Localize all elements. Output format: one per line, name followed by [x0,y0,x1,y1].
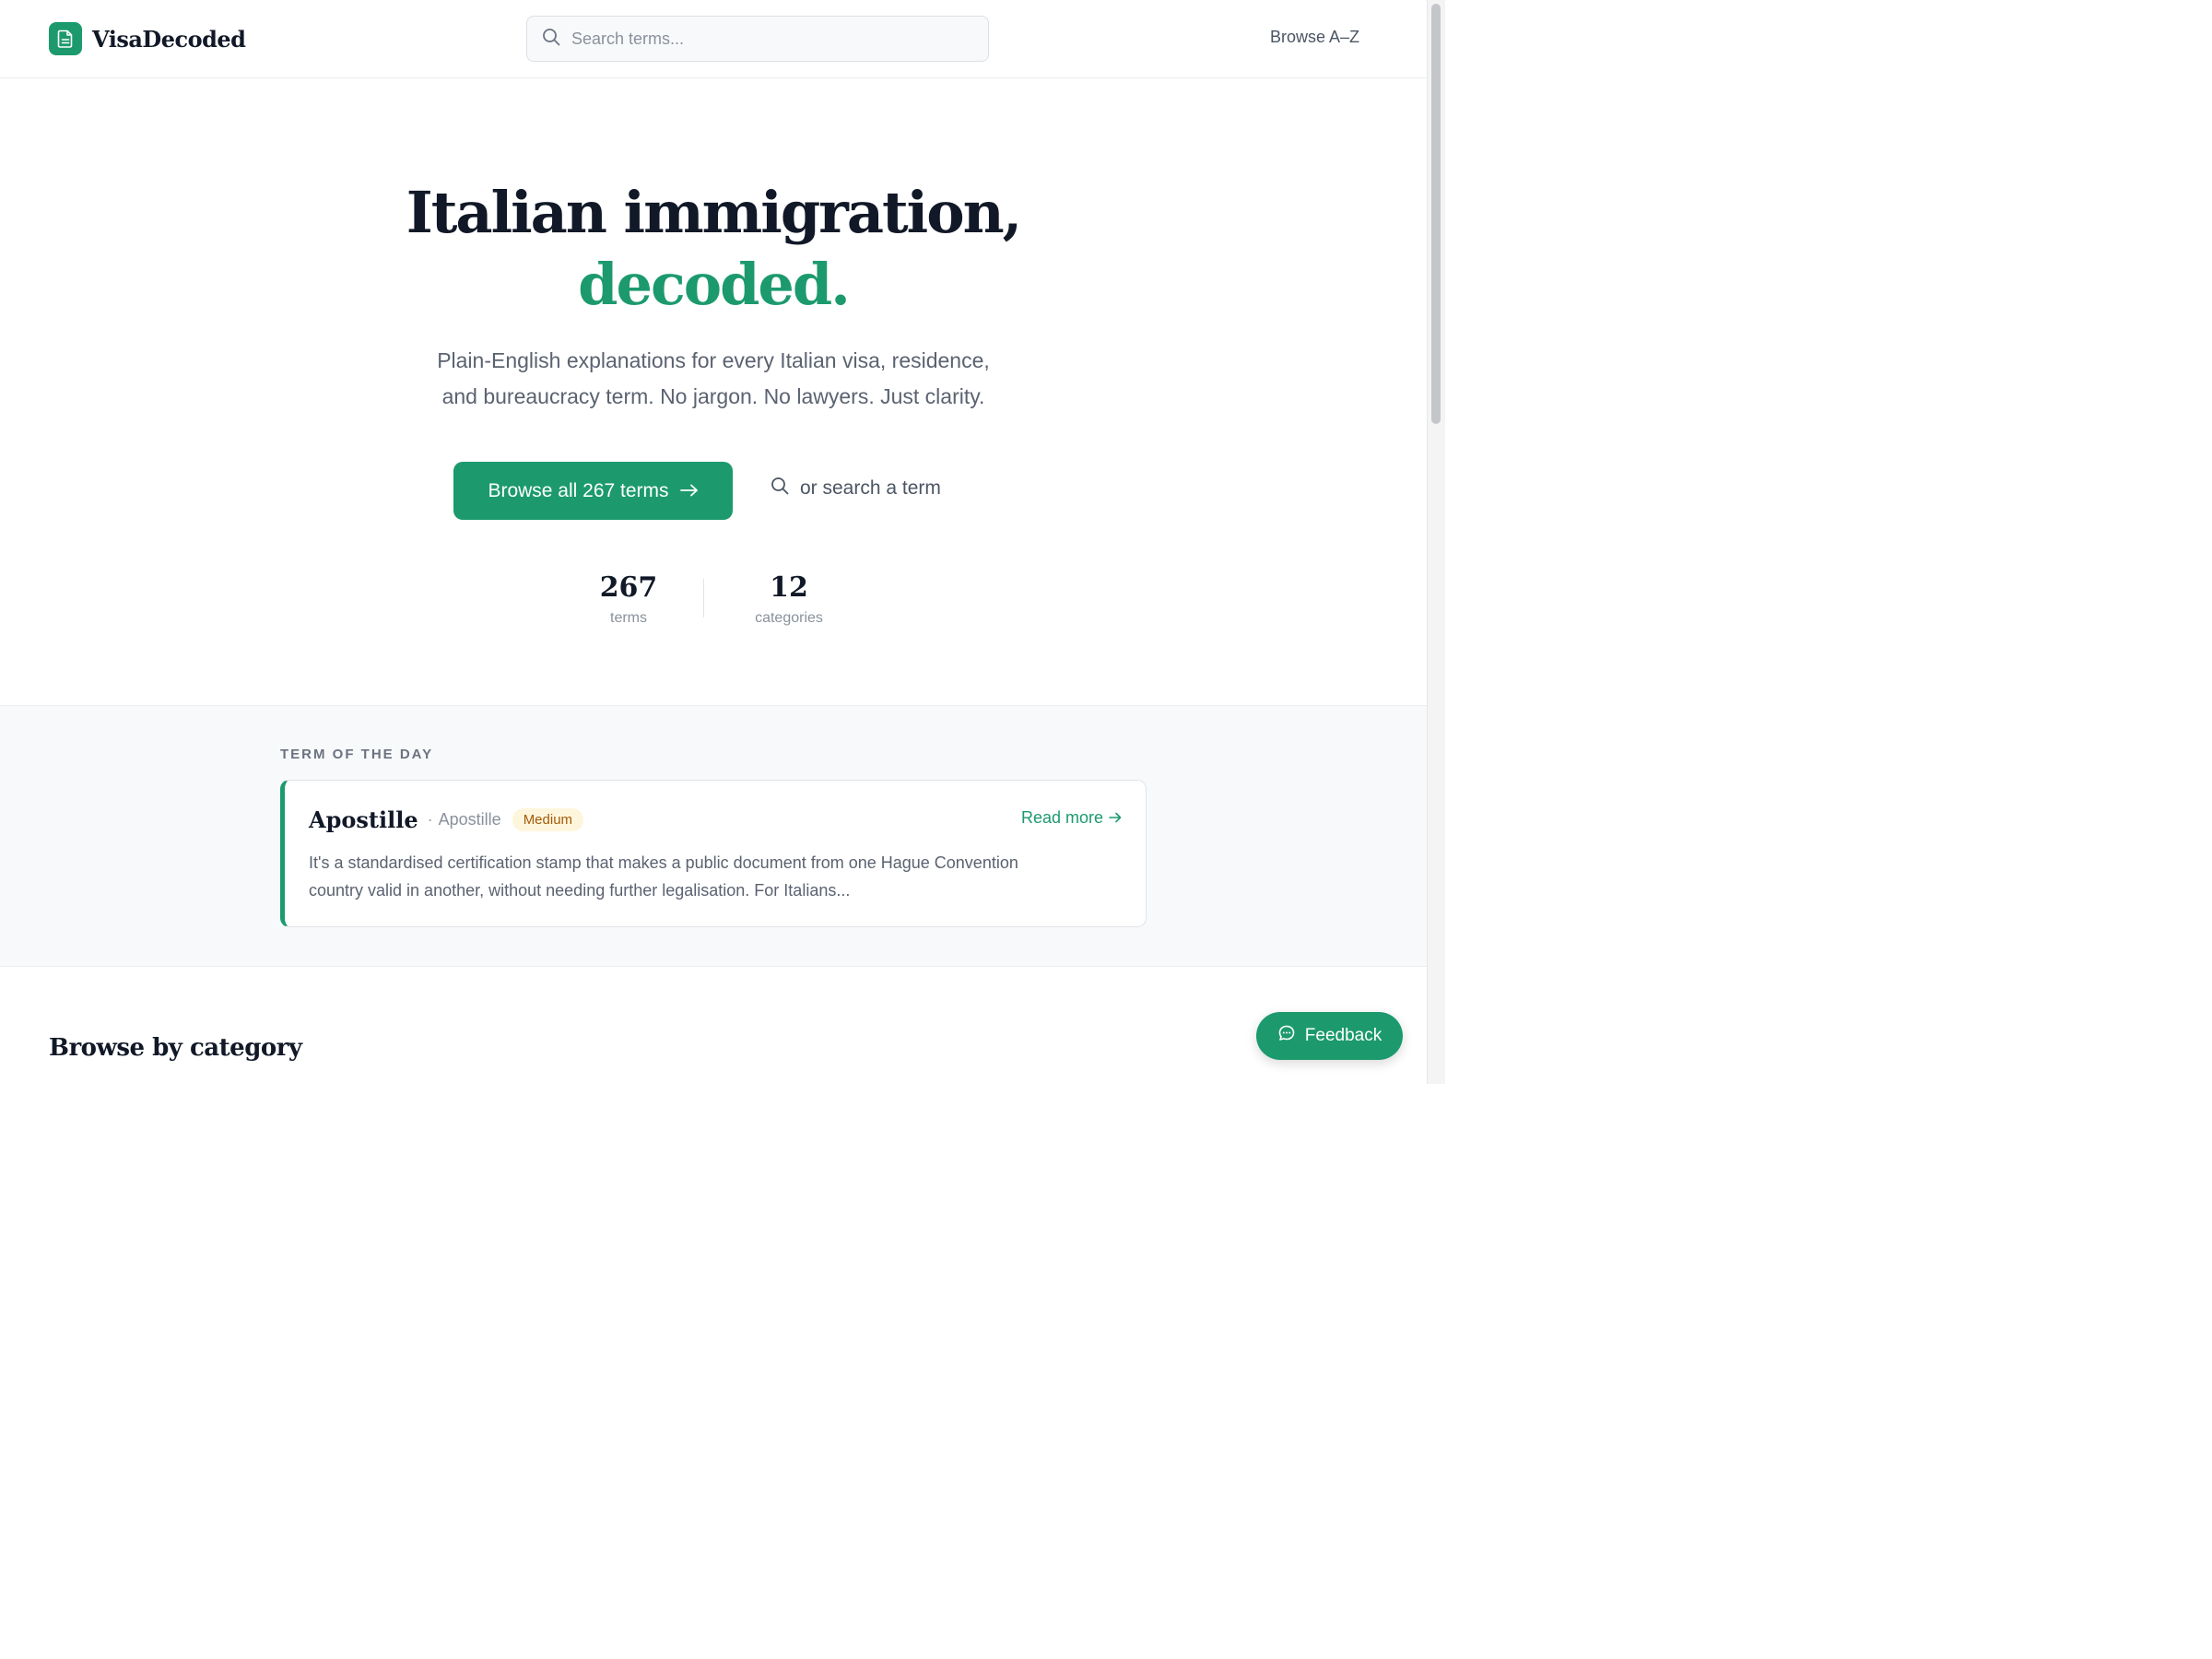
stat-label: categories [755,610,823,626]
search-term-label: or search a term [800,477,941,499]
stat-terms: 267 terms [564,571,693,627]
chat-bubble-icon [1277,1024,1296,1048]
hero-title-accent: decoded. [578,251,851,318]
search-term-link[interactable]: or search a term [771,477,941,500]
hero-title: Italian immigration, decoded. [0,177,1427,321]
read-more-link[interactable]: Read more [1021,808,1122,828]
term-separator: · [427,810,433,829]
hero-title-line1: Italian immigration, [406,179,1022,246]
term-of-day-label: TERM OF THE DAY [280,747,434,762]
term-description: It's a standardised certification stamp … [309,853,1018,900]
hero-subtitle-line2: and bureaucracy term. No jargon. No lawy… [441,384,985,408]
stat-value: 12 [770,571,808,604]
stat-categories: 12 categories [724,571,853,627]
term-of-day-card[interactable]: Apostille · Apostille Medium Read more I… [280,780,1147,927]
read-more-label: Read more [1020,808,1103,827]
header-search[interactable] [526,16,989,62]
search-icon [771,477,789,500]
scrollbar-thumb[interactable] [1431,4,1441,424]
browse-az-link[interactable]: Browse A–Z [1270,28,1359,47]
brand-name: VisaDecoded [92,25,246,53]
site-header: VisaDecoded Browse A–Z [0,0,1427,78]
hero-subtitle: Plain-English explanations for every Ita… [0,343,1427,415]
page: VisaDecoded Browse A–Z Italian immigrati… [0,0,1445,1084]
term-heading-row: Apostille · Apostille Medium [309,806,584,833]
hero-subtitle-line1: Plain-English explanations for every Ita… [437,348,990,372]
stat-value: 267 [599,571,658,604]
search-icon [542,28,560,51]
document-icon [49,22,82,55]
term-of-day-section: TERM OF THE DAY Apostille · Apostille Me… [0,705,1427,967]
browse-all-label: Browse all 267 terms [488,479,669,501]
browse-all-button[interactable]: Browse all 267 terms [453,462,733,520]
arrow-right-icon [679,480,699,502]
feedback-button[interactable]: Feedback [1256,1012,1403,1060]
term-alt-name: Apostille [438,810,501,829]
arrow-right-icon [1109,808,1122,828]
feedback-label: Feedback [1304,1026,1382,1045]
brand-home-link[interactable]: VisaDecoded [49,22,246,55]
difficulty-badge: Medium [512,808,584,831]
stat-divider [703,579,704,618]
browse-category-heading: Browse by category [49,1034,302,1062]
search-input[interactable] [571,29,959,49]
stat-label: terms [610,610,647,626]
term-name: Apostille [309,806,418,833]
stats: 267 terms 12 categories [0,571,1427,636]
